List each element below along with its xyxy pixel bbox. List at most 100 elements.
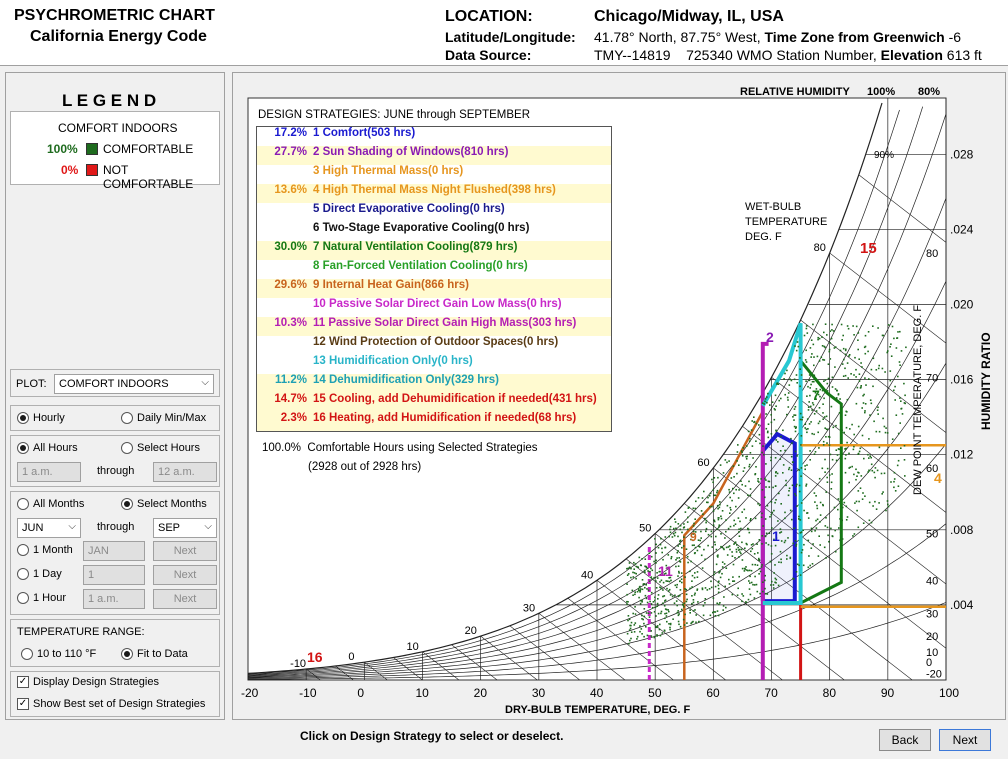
data-point	[654, 538, 656, 540]
data-point	[782, 464, 785, 466]
data-point	[900, 400, 902, 402]
data-point	[830, 488, 833, 490]
data-point	[731, 499, 733, 502]
data-point	[797, 345, 800, 348]
data-point	[795, 545, 797, 547]
data-point	[893, 478, 896, 480]
back-button[interactable]: Back	[879, 729, 931, 751]
data-point	[787, 494, 790, 497]
data-point	[819, 521, 821, 523]
strategy-row[interactable]: 5 Direct Evaporative Cooling(0 hrs)	[257, 203, 611, 222]
strategy-row[interactable]: 10 Passive Solar Direct Gain Low Mass(0 …	[257, 298, 611, 317]
strategy-label: 9 Internal Heat Gain(866 hrs)	[313, 279, 469, 291]
data-point	[895, 347, 898, 349]
data-point	[761, 512, 763, 515]
next-button[interactable]: Next	[939, 729, 991, 751]
data-point	[739, 551, 741, 553]
data-point	[789, 509, 792, 512]
data-point	[713, 571, 716, 573]
data-point	[825, 436, 827, 438]
data-point	[653, 576, 655, 579]
data-point	[674, 584, 677, 587]
data-point	[874, 467, 877, 469]
data-point	[664, 612, 666, 615]
data-point	[678, 572, 680, 574]
data-point	[865, 384, 867, 386]
data-point	[685, 600, 688, 603]
data-point	[745, 566, 747, 568]
data-point	[791, 484, 794, 487]
data-point	[712, 524, 715, 526]
data-point	[864, 410, 866, 412]
data-point	[684, 511, 687, 513]
strategy-row[interactable]: 30.0% 7 Natural Ventilation Cooling(879 h…	[257, 241, 611, 260]
data-point	[825, 517, 827, 519]
data-point	[651, 578, 653, 580]
data-point	[807, 428, 809, 430]
data-point	[841, 519, 843, 522]
data-point	[820, 356, 823, 359]
data-point	[790, 437, 792, 440]
strategy-row[interactable]: 13 Humidification Only(0 hrs)	[257, 355, 611, 374]
data-point	[727, 527, 730, 530]
data-point	[832, 426, 835, 429]
data-point	[750, 429, 753, 431]
data-point	[742, 595, 745, 597]
data-point	[702, 614, 705, 617]
strategy-pct: 11.2%	[275, 374, 307, 386]
data-point	[712, 489, 715, 491]
humidity-ratio-axis-label: HUMIDITY RATIO	[979, 332, 993, 430]
data-point	[660, 610, 663, 613]
data-point	[682, 618, 685, 621]
strategy-row[interactable]: 29.6% 9 Internal Heat Gain(866 hrs)	[257, 279, 611, 298]
data-point	[707, 496, 709, 499]
data-point	[845, 454, 847, 456]
data-point	[719, 576, 722, 579]
data-point	[628, 642, 630, 645]
strategy-row[interactable]: 8 Fan-Forced Ventilation Cooling(0 hrs)	[257, 260, 611, 279]
data-point	[728, 460, 730, 462]
data-point	[758, 539, 761, 541]
data-point	[659, 543, 662, 546]
strategy-row[interactable]: 3 High Thermal Mass(0 hrs)	[257, 165, 611, 184]
data-point	[720, 545, 722, 548]
data-point	[887, 503, 889, 506]
data-point	[736, 544, 738, 546]
data-point	[685, 548, 688, 550]
data-point	[785, 479, 787, 482]
data-point	[891, 325, 894, 328]
strategy-row[interactable]: 11.2% 14 Dehumidification Only(329 hrs)	[257, 374, 611, 393]
strategy-row[interactable]: 2.3% 16 Heating, add Humidification if ne…	[257, 412, 611, 431]
data-point	[853, 533, 856, 535]
strategy-row[interactable]: 17.2% 1 Comfort(503 hrs)	[257, 127, 611, 146]
dp-tick-label: 50	[926, 528, 938, 540]
data-point	[741, 451, 743, 454]
data-point	[839, 398, 841, 400]
data-point	[634, 613, 637, 615]
strategy-row[interactable]: 13.6% 4 High Thermal Mass Night Flushed(3…	[257, 184, 611, 203]
data-point	[801, 418, 803, 421]
data-point	[751, 563, 754, 566]
data-point	[757, 478, 759, 480]
data-point	[884, 431, 887, 434]
data-point	[813, 492, 816, 494]
strategy-row[interactable]: 10.3% 11 Passive Solar Direct Gain High M…	[257, 317, 611, 336]
data-point	[868, 438, 870, 440]
strategy-row[interactable]: 14.7% 15 Cooling, add Dehumidification if…	[257, 393, 611, 412]
data-point	[734, 557, 736, 559]
data-point	[633, 572, 636, 574]
strategy-row[interactable]: 6 Two-Stage Evaporative Cooling(0 hrs)	[257, 222, 611, 241]
data-point	[740, 450, 743, 452]
data-point	[816, 355, 819, 358]
data-point	[775, 499, 777, 501]
data-point	[650, 612, 653, 614]
data-point	[734, 541, 737, 543]
strategy-row[interactable]: 12 Wind Protection of Outdoor Spaces(0 h…	[257, 336, 611, 355]
data-point	[677, 545, 679, 547]
data-point	[887, 505, 890, 508]
strategy-row[interactable]: 27.7% 2 Sun Shading of Windows(810 hrs)	[257, 146, 611, 165]
data-point	[742, 470, 745, 472]
data-point	[859, 487, 862, 489]
data-point	[662, 595, 664, 598]
data-point	[799, 418, 802, 421]
